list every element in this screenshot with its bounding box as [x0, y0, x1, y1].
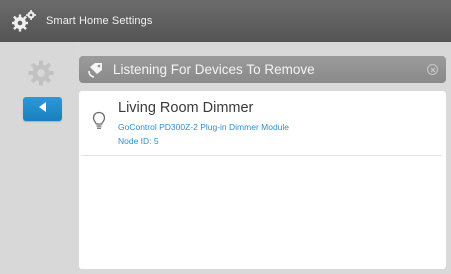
device-name: Living Room Dimmer: [118, 100, 254, 116]
device-model: GoControl PD300Z-2 Plug-in Dimmer Module: [118, 122, 290, 132]
listening-header: Listening For Devices To Remove: [79, 56, 446, 83]
close-circle-icon[interactable]: [427, 64, 438, 75]
back-arrow-icon: [37, 100, 49, 118]
back-button[interactable]: [23, 97, 62, 121]
header-title: Listening For Devices To Remove: [113, 62, 315, 77]
app-title: Smart Home Settings: [46, 15, 153, 27]
gears-icon: [12, 10, 38, 32]
device-list-item[interactable]: Living Room Dimmer GoControl PD300Z-2 Pl…: [79, 91, 446, 155]
light-bulb-icon: [92, 111, 106, 131]
gear-icon[interactable]: [28, 60, 54, 86]
broadcast-tag-icon: [87, 61, 105, 79]
divider: [81, 155, 442, 156]
device-list-panel: Living Room Dimmer GoControl PD300Z-2 Pl…: [79, 91, 446, 269]
device-node-id: Node ID: 5: [118, 136, 159, 146]
title-bar: Smart Home Settings: [0, 0, 451, 42]
